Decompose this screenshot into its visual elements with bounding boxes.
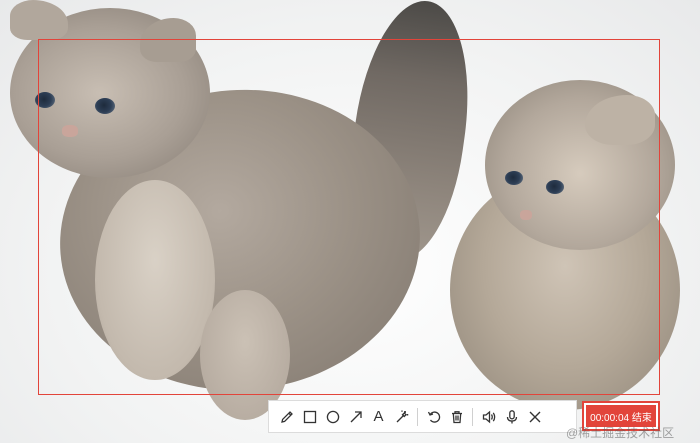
microphone-icon[interactable] — [500, 405, 523, 428]
magic-wand-icon[interactable] — [390, 405, 413, 428]
speaker-icon[interactable] — [477, 405, 500, 428]
rectangle-icon[interactable] — [298, 405, 321, 428]
undo-icon[interactable] — [422, 405, 445, 428]
capture-selection-box[interactable] — [38, 39, 660, 395]
text-tool-label: A — [373, 408, 384, 425]
annotation-toolbar: A — [268, 400, 577, 433]
toolbar-divider — [417, 407, 418, 426]
screenshot-canvas: A 00:00:04 结束 @稀土掘金技术社区 — [0, 0, 700, 443]
arrow-icon[interactable] — [344, 405, 367, 428]
pencil-icon[interactable] — [275, 405, 298, 428]
toolbar-divider — [472, 407, 473, 426]
trash-icon[interactable] — [445, 405, 468, 428]
text-tool[interactable]: A — [367, 405, 390, 428]
watermark-text: @稀土掘金技术社区 — [566, 426, 675, 440]
ellipse-icon[interactable] — [321, 405, 344, 428]
close-icon[interactable] — [523, 405, 546, 428]
